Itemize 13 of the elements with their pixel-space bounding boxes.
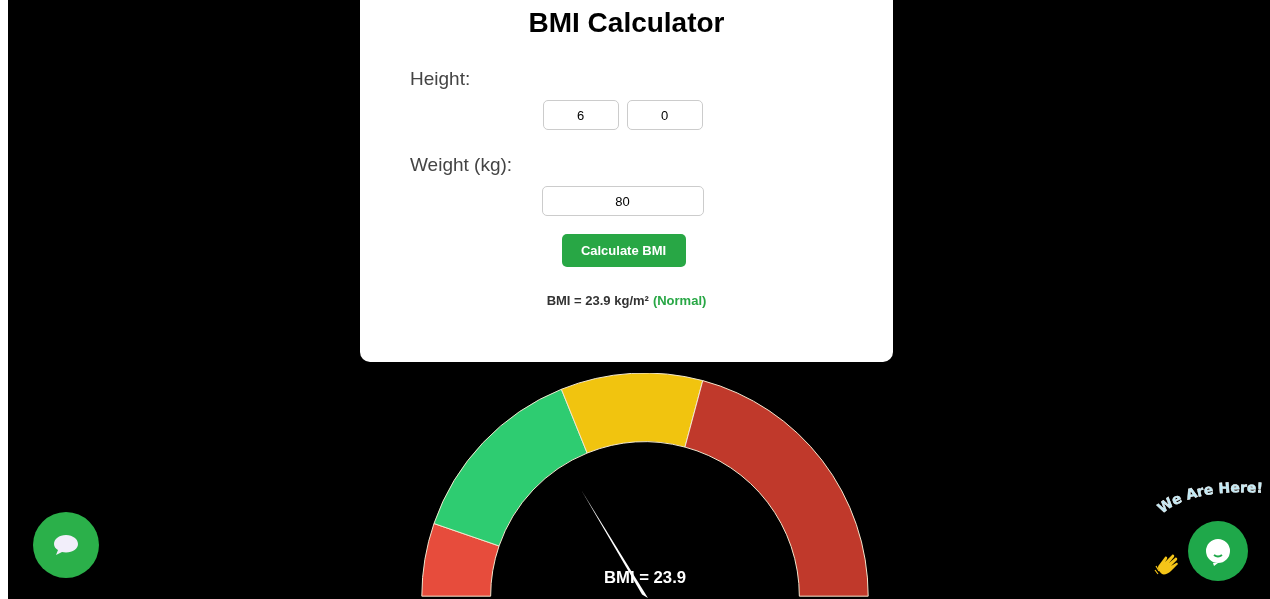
weight-input[interactable]: 80 [541,186,704,216]
we-are-here-text: We Are Here! [1154,479,1264,517]
bmi-category: (Normal) [652,293,707,308]
weight-label: Weight (kg): [410,154,513,176]
inches-input[interactable]: 0 [626,100,703,130]
feet-input[interactable]: 6 [542,100,619,130]
speech-bubble-icon [52,533,80,557]
chat-bubble-icon [1203,536,1233,566]
bmi-result: BMI = 23.9 kg/m² [546,293,649,308]
page-title: BMI Calculator [528,6,725,40]
height-label: Height: [410,68,471,90]
live-chat-button[interactable] [1188,521,1248,581]
gauge-reading: BMI = 23.9 [603,568,687,588]
